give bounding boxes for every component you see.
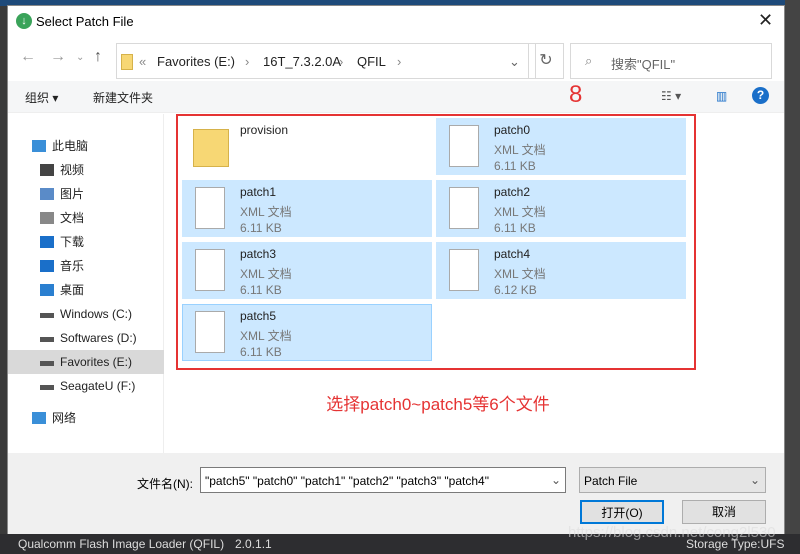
filename-input[interactable]: "patch5" "patch0" "patch1" "patch2" "pat… — [200, 467, 566, 493]
breadcrumb-favorites[interactable]: Favorites (E:) — [157, 54, 235, 69]
open-button[interactable]: 打开(O) — [580, 500, 664, 524]
sidebar-item-label: 音乐 — [60, 259, 85, 273]
sidebar-item[interactable]: 桌面 — [8, 278, 164, 302]
breadcrumb-16t[interactable]: 16T_7.3.2.0A — [263, 54, 341, 69]
close-button[interactable]: ✕ — [758, 10, 773, 31]
chevron-down-icon[interactable]: ⌄ — [551, 473, 561, 487]
toolbar: 组织 ▾ 新建文件夹 8 ☷ ▾ ▥ ? — [8, 81, 784, 113]
filename-label: 文件名(N): — [137, 477, 193, 491]
computer-icon — [32, 140, 46, 152]
file-dialog: ↓ Select Patch File ✕ ← → ⌄ ↑ « Favorite… — [7, 5, 785, 535]
view-options-icon[interactable]: ☷ ▾ — [661, 89, 681, 103]
sidebar-item[interactable]: 下载 — [8, 230, 164, 254]
sidebar-item[interactable]: 视频 — [8, 158, 164, 182]
sidebar-item[interactable]: 此电脑 — [8, 134, 164, 158]
organize-button[interactable]: 组织 ▾ — [25, 89, 58, 106]
drive-icon — [40, 385, 54, 390]
desktop-icon — [40, 284, 54, 296]
video-icon — [40, 164, 54, 176]
app-version: 2.0.1.1 — [235, 537, 272, 551]
folder-icon — [121, 54, 133, 70]
new-folder-button[interactable]: 新建文件夹 — [93, 89, 153, 106]
drive-icon — [40, 337, 54, 342]
sidebar-item-label: 此电脑 — [52, 139, 89, 153]
search-icon: ⌕ — [585, 53, 593, 68]
sidebar-item-label: 网络 — [52, 411, 77, 425]
dialog-title: Select Patch File — [36, 14, 134, 29]
background-window-edge — [785, 0, 800, 534]
sidebar-item[interactable]: Favorites (E:) — [8, 350, 164, 374]
refresh-button[interactable]: ↻ — [528, 43, 564, 79]
pictures-icon — [40, 188, 54, 200]
recent-dropdown[interactable]: ⌄ — [76, 52, 84, 63]
sidebar-item-label: Windows (C:) — [60, 307, 133, 321]
drive-icon — [40, 313, 54, 318]
sidebar-item-label: 桌面 — [60, 283, 85, 297]
sidebar-item-label: 下载 — [60, 235, 85, 249]
app-name: Qualcomm Flash Image Loader (QFIL) — [18, 537, 225, 551]
help-icon[interactable]: ? — [752, 87, 769, 104]
file-type-select[interactable]: Patch File ⌄ — [579, 467, 766, 493]
dialog-footer: 文件名(N): "patch5" "patch0" "patch1" "patc… — [8, 453, 784, 535]
sidebar-item-label: 视频 — [60, 163, 85, 177]
navigation-pane: 此电脑视频图片文档下载音乐桌面 Windows (C:) Softwares (D:… — [8, 114, 164, 453]
download-icon: ↓ — [16, 13, 32, 29]
documents-icon — [40, 212, 54, 224]
sidebar-item[interactable]: 音乐 — [8, 254, 164, 278]
watermark: https://blog.csdn.net/cong2l530 — [568, 524, 776, 541]
annotation-caption: 选择patch0~patch5等6个文件 — [326, 395, 550, 414]
sidebar-item-label: 文档 — [60, 211, 85, 225]
annotation-number: 8 — [569, 81, 583, 108]
download-icon — [40, 236, 54, 248]
back-button[interactable]: ← — [20, 48, 36, 66]
chevron-down-icon: ⌄ — [750, 473, 761, 487]
overflow-chevron[interactable]: « — [139, 54, 146, 69]
cancel-button[interactable]: 取消 — [682, 500, 766, 524]
sidebar-item-label: Softwares (D:) — [60, 331, 137, 345]
network-icon — [32, 412, 46, 424]
sidebar-item-label: Favorites (E:) — [60, 355, 133, 369]
search-input[interactable]: ⌕ 搜索"QFIL" — [570, 43, 772, 79]
sidebar-item[interactable]: SeagateU (F:) — [8, 374, 164, 398]
annotation-box — [176, 114, 696, 370]
sidebar-item-label: 图片 — [60, 187, 85, 201]
sidebar-item[interactable]: 图片 — [8, 182, 164, 206]
forward-button[interactable]: → — [50, 48, 66, 66]
sidebar-item[interactable]: 文档 — [8, 206, 164, 230]
sidebar-item[interactable]: Windows (C:) — [8, 302, 164, 326]
up-button[interactable]: ↑ — [94, 48, 102, 66]
sidebar-item[interactable]: Softwares (D:) — [8, 326, 164, 350]
address-bar[interactable]: « Favorites (E:) › 16T_7.3.2.0A › QFIL ›… — [116, 43, 536, 79]
drive-icon — [40, 361, 54, 366]
preview-pane-icon[interactable]: ▥ — [716, 89, 727, 103]
sidebar-item-label: SeagateU (F:) — [60, 379, 136, 393]
music-icon — [40, 260, 54, 272]
breadcrumb-qfil[interactable]: QFIL — [357, 54, 386, 69]
sidebar-item[interactable]: 网络 — [8, 406, 164, 430]
chevron-down-icon[interactable]: ⌄ — [509, 54, 520, 70]
